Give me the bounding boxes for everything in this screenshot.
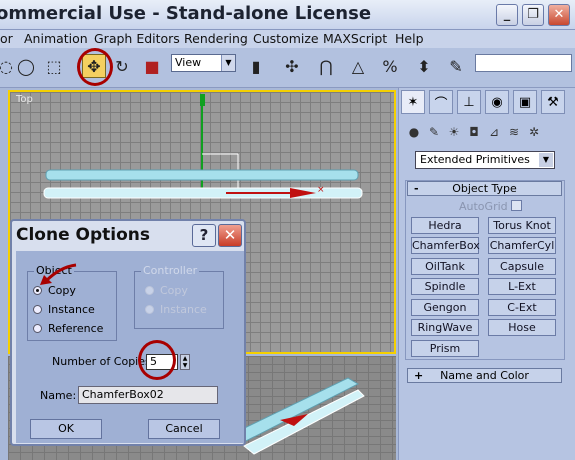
window-crossing-icon[interactable]: ⬚ [42,54,66,78]
annotation-arrow-icon [40,263,77,285]
reference-coordinate-value: View [175,56,202,69]
select-rotate-icon[interactable]: ↻ [110,54,134,78]
pivot-icon[interactable]: ▮ [244,54,268,78]
menu-customize-partial[interactable]: or [0,31,13,46]
radio-dot [33,324,42,333]
perspective-box-a [226,377,360,445]
chevron-down-icon: ▼ [539,153,553,167]
menu-animation[interactable]: Animation [24,31,88,46]
spindle-button[interactable]: Spindle [411,278,479,295]
helpers-icon[interactable]: ⊿ [485,123,503,141]
controller-group: Controller Copy Instance [134,264,224,329]
chamferbox-original [45,169,359,181]
systems-icon[interactable]: ✲ [525,123,543,141]
hierarchy-tab-icon[interactable]: ⊥ [457,90,481,114]
dialog-body: Object Copy Instance Reference Controlle… [16,251,244,443]
dialog-close-button[interactable]: ✕ [218,224,242,247]
snap-toggle-icon[interactable]: ⋂ [314,54,338,78]
restore-button[interactable]: ❐ [522,4,544,26]
spinner-snap-icon[interactable]: ⬍ [412,54,436,78]
clone-options-dialog: Clone Options ? ✕ Object Copy Instance R… [10,219,246,446]
radio-dot [145,305,154,314]
autogrid-checkbox[interactable] [511,200,522,211]
radio-dot [145,286,154,295]
autogrid-label: AutoGrid [459,200,508,213]
menu-help[interactable]: Help [395,31,424,46]
motion-tab-icon[interactable]: ◉ [485,90,509,114]
object-reference-label: Reference [48,322,104,335]
expand-icon: + [414,369,424,382]
angle-snap-icon[interactable]: △ [346,54,370,78]
clone-name-input[interactable]: ChamferBox02 [78,386,218,404]
prism-button[interactable]: Prism [411,340,479,357]
window-title: ommercial Use - Stand-alone License [0,3,372,24]
cancel-button[interactable]: Cancel [148,419,220,439]
controller-copy-label: Copy [160,284,188,297]
object-reference-radio[interactable]: Reference [33,322,103,335]
controller-group-label: Controller [141,264,200,277]
select-manipulate-icon[interactable]: ✣ [280,54,304,78]
primitive-category-select[interactable]: Extended Primitives ▼ [415,151,555,169]
highlight-ring-copies [138,340,176,380]
create-tab-icon[interactable]: ✶ [401,90,425,114]
ok-button[interactable]: OK [30,419,102,439]
menu-maxscript[interactable]: MAXScript [323,31,387,46]
chamfercyl-button[interactable]: ChamferCyl [488,237,556,254]
geometry-icon[interactable]: ● [405,123,423,141]
cameras-icon[interactable]: ◘ [465,123,483,141]
y-axis-arrow-icon [200,94,205,106]
reference-coordinate-select[interactable]: View ▼ [171,54,236,72]
controller-instance-label: Instance [160,303,207,316]
modify-tab-icon[interactable]: ⌒ [429,90,453,114]
torus-knot-button[interactable]: Torus Knot [488,217,556,234]
chevron-down-icon: ▼ [221,55,235,71]
object-type-label: Object Type [452,182,517,195]
close-button[interactable]: ✕ [548,4,570,26]
menu-customize[interactable]: Customize [253,31,319,46]
name-label: Name: [40,389,77,402]
select-scale-icon[interactable]: ■ [140,54,164,78]
space-warps-icon[interactable]: ≋ [505,123,523,141]
object-type-header[interactable]: - Object Type [407,181,562,196]
chamferbox-button[interactable]: ChamferBox [411,237,480,254]
dialog-title: Clone Options [16,225,151,245]
object-instance-radio[interactable]: Instance [33,303,95,316]
primitive-category-value: Extended Primitives [420,153,530,166]
oiltank-button[interactable]: OilTank [411,258,479,275]
title-bar: ommercial Use - Stand-alone License _ ❐ … [0,0,575,30]
utilities-tab-icon[interactable]: ⚒ [541,90,565,114]
command-panel: ✶ ⌒ ⊥ ◉ ▣ ⚒ ● ✎ ☀ ◘ ⊿ ≋ ✲ Extended Primi… [398,88,575,460]
l-ext-button[interactable]: L-Ext [488,278,556,295]
svg-text:×: × [317,185,325,195]
lights-icon[interactable]: ☀ [445,123,463,141]
c-ext-button[interactable]: C-Ext [488,299,556,316]
percent-snap-icon[interactable]: % [378,54,402,78]
shapes-icon[interactable]: ✎ [425,123,443,141]
highlight-ring-move [77,48,113,86]
gengon-button[interactable]: Gengon [411,299,479,316]
controller-instance-radio[interactable]: Instance [145,303,207,316]
menu-bar: or Animation Graph Editors Rendering Cus… [0,30,575,48]
minimize-button[interactable]: _ [496,4,518,26]
named-selection-sets-field[interactable] [475,54,572,72]
name-and-color-label: Name and Color [440,369,529,382]
named-selection-icon[interactable]: ✎ [444,54,468,78]
help-button[interactable]: ? [192,224,216,247]
hedra-button[interactable]: Hedra [411,217,479,234]
collapse-icon: - [414,182,419,195]
display-tab-icon[interactable]: ▣ [513,90,537,114]
menu-rendering[interactable]: Rendering [184,31,248,46]
radio-dot [33,305,42,314]
copies-spinner-icon[interactable]: ▲ ▼ [180,354,190,370]
circle-select-icon[interactable]: ◯ [14,54,38,78]
hose-button[interactable]: Hose [488,319,556,336]
menu-graph-editors[interactable]: Graph Editors [94,31,180,46]
name-and-color-header[interactable]: + Name and Color [407,368,562,383]
object-instance-label: Instance [48,303,95,316]
controller-copy-radio[interactable]: Copy [145,284,188,297]
ringwave-button[interactable]: RingWave [411,319,479,336]
capsule-button[interactable]: Capsule [488,258,556,275]
